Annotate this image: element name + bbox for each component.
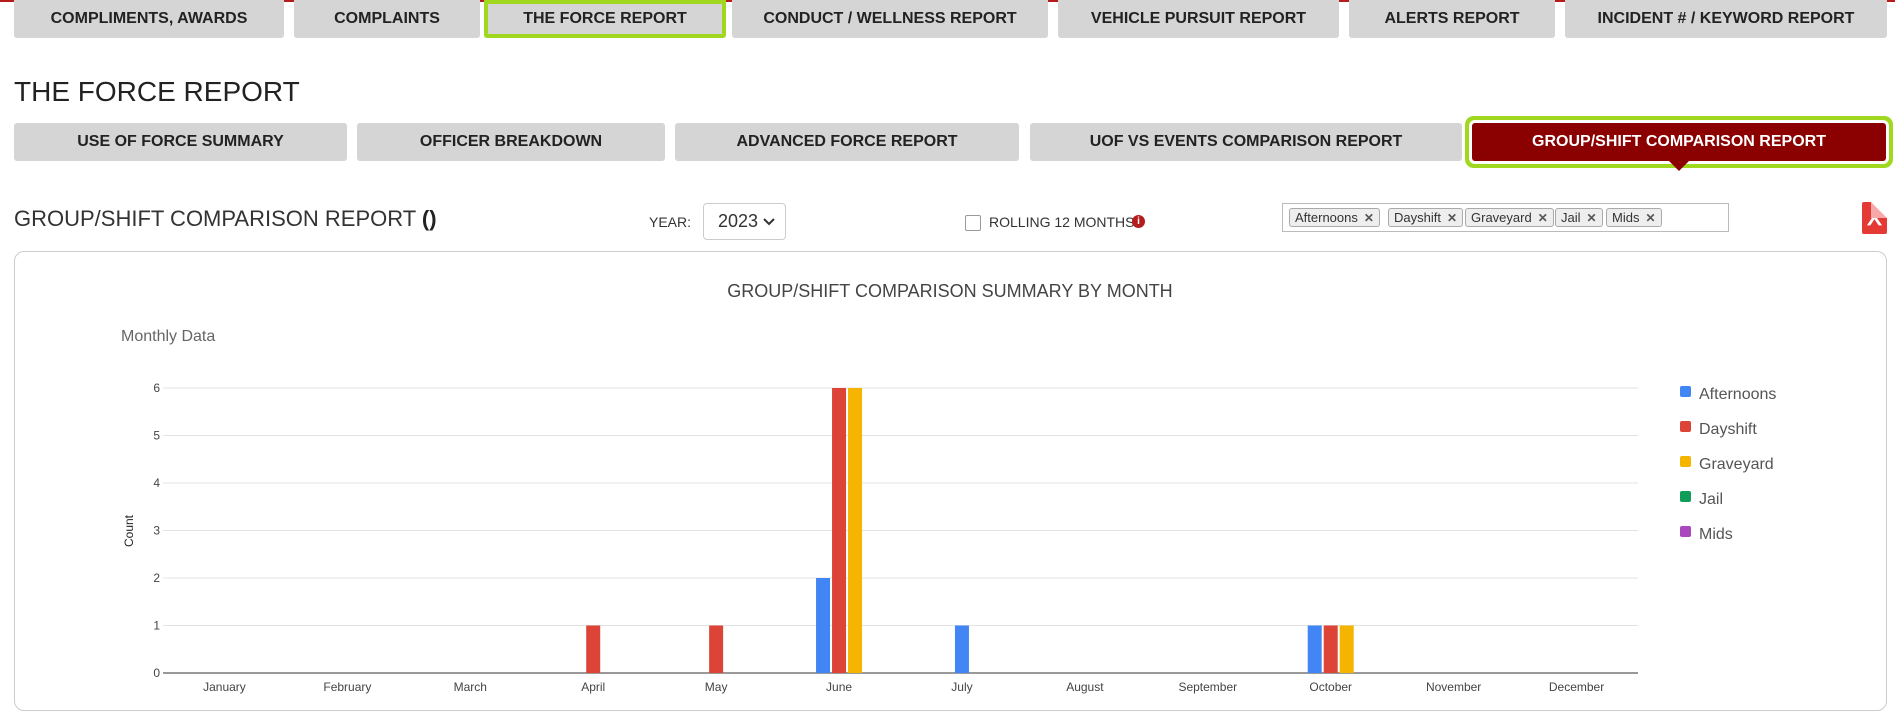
group-tag: Afternoons ✕ (1289, 208, 1380, 227)
tab-advanced-force-report[interactable]: ADVANCED FORCE REPORT (675, 123, 1019, 161)
remove-tag-icon[interactable]: ✕ (1645, 211, 1655, 225)
group-tag-label: Dayshift (1394, 210, 1441, 225)
nav-label: VEHICLE PURSUIT REPORT (1090, 10, 1307, 27)
page-title: THE FORCE REPORT (14, 76, 300, 107)
year-select[interactable]: 2023 (703, 203, 786, 240)
nav-label: CONDUCT / WELLNESS REPORT (763, 10, 1017, 27)
group-tag-label: Graveyard (1471, 210, 1532, 225)
group-tag: Dayshift ✕ (1388, 208, 1464, 227)
info-icon[interactable]: i (1132, 215, 1145, 228)
chart-card (14, 251, 1887, 711)
remove-tag-icon[interactable]: ✕ (1538, 211, 1548, 225)
year-label: YEAR: (649, 214, 692, 230)
nav-force-report[interactable]: THE FORCE REPORT (484, 0, 726, 38)
remove-tag-icon[interactable]: ✕ (1587, 211, 1597, 225)
rolling-12-months-label: ROLLING 12 MONTHS (989, 214, 1135, 230)
chevron-down-icon (763, 217, 775, 225)
nav-label: THE FORCE REPORT (523, 10, 687, 27)
active-tab-caret (1669, 161, 1689, 171)
group-tag: Graveyard ✕ (1465, 208, 1554, 227)
nav-alerts-report[interactable]: ALERTS REPORT (1349, 0, 1555, 38)
tab-label: OFFICER BREAKDOWN (419, 133, 603, 150)
tab-label: USE OF FORCE SUMMARY (77, 133, 284, 150)
group-tag: Mids ✕ (1606, 208, 1662, 227)
nav-conduct-wellness-report[interactable]: CONDUCT / WELLNESS REPORT (732, 0, 1048, 38)
report-title-text: GROUP/SHIFT COMPARISON REPORT (14, 206, 416, 231)
tab-uof-vs-events-comparison[interactable]: UOF VS EVENTS COMPARISON REPORT (1030, 123, 1462, 161)
nav-label: INCIDENT # / KEYWORD REPORT (1597, 10, 1855, 27)
nav-label: ALERTS REPORT (1384, 10, 1520, 27)
tab-group-shift-comparison[interactable]: GROUP/SHIFT COMPARISON REPORT (1472, 123, 1886, 171)
remove-tag-icon[interactable]: ✕ (1364, 211, 1374, 225)
nav-vehicle-pursuit-report[interactable]: VEHICLE PURSUIT REPORT (1058, 0, 1339, 38)
group-tag-label: Jail (1561, 210, 1581, 225)
report-title-suffix: () (421, 206, 437, 231)
group-tag-label: Mids (1612, 210, 1640, 225)
tab-label: GROUP/SHIFT COMPARISON REPORT (1532, 133, 1826, 150)
report-title: GROUP/SHIFT COMPARISON REPORT () (14, 206, 437, 232)
group-tag: Jail ✕ (1555, 208, 1603, 227)
tab-label: ADVANCED FORCE REPORT (736, 133, 958, 150)
tab-use-of-force-summary[interactable]: USE OF FORCE SUMMARY (14, 123, 347, 161)
rolling-12-months-checkbox[interactable] (965, 215, 981, 231)
nav-complaints[interactable]: COMPLAINTS (294, 0, 480, 38)
year-value: 2023 (718, 211, 759, 231)
group-multiselect[interactable]: Afternoons ✕ Dayshift ✕ Graveyard ✕ Jail ✕ M… (1282, 203, 1729, 232)
remove-tag-icon[interactable]: ✕ (1447, 211, 1457, 225)
tab-officer-breakdown[interactable]: OFFICER BREAKDOWN (357, 123, 665, 161)
group-tag-label: Afternoons (1295, 210, 1358, 225)
nav-label: COMPLIMENTS, AWARDS (50, 10, 248, 27)
tab-label: UOF VS EVENTS COMPARISON REPORT (1089, 133, 1403, 150)
pdf-icon[interactable]: ⅄ (1862, 202, 1887, 234)
nav-incident-keyword-report[interactable]: INCIDENT # / KEYWORD REPORT (1565, 0, 1887, 38)
nav-label: COMPLAINTS (334, 10, 440, 27)
nav-compliments-awards[interactable]: COMPLIMENTS, AWARDS (14, 0, 284, 38)
